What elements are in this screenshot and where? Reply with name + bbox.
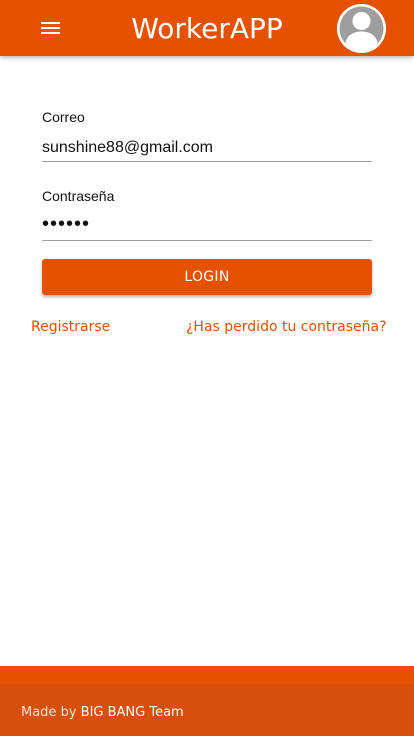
password-field-group: Contraseña •••••• — [42, 188, 372, 241]
footer: Made by BIG BANG Team — [0, 666, 414, 736]
password-label: Contraseña — [42, 188, 115, 204]
password-field[interactable]: •••••• — [42, 213, 372, 241]
email-field[interactable] — [42, 134, 372, 162]
user-avatar-icon[interactable] — [337, 4, 386, 53]
email-field-group: Correo — [42, 109, 372, 162]
footer-team-name: BIG BANG Team — [80, 705, 184, 720]
login-button[interactable]: LOGIN — [42, 259, 372, 295]
email-label: Correo — [42, 109, 85, 125]
register-link[interactable]: Registrarse — [31, 319, 110, 335]
footer-made-by: Made by — [21, 705, 77, 720]
app-bar: WorkerAPP — [0, 0, 414, 56]
footer-credit: Made by BIG BANG Team — [21, 705, 184, 720]
forgot-password-link[interactable]: ¿Has perdido tu contraseña? — [186, 319, 387, 335]
